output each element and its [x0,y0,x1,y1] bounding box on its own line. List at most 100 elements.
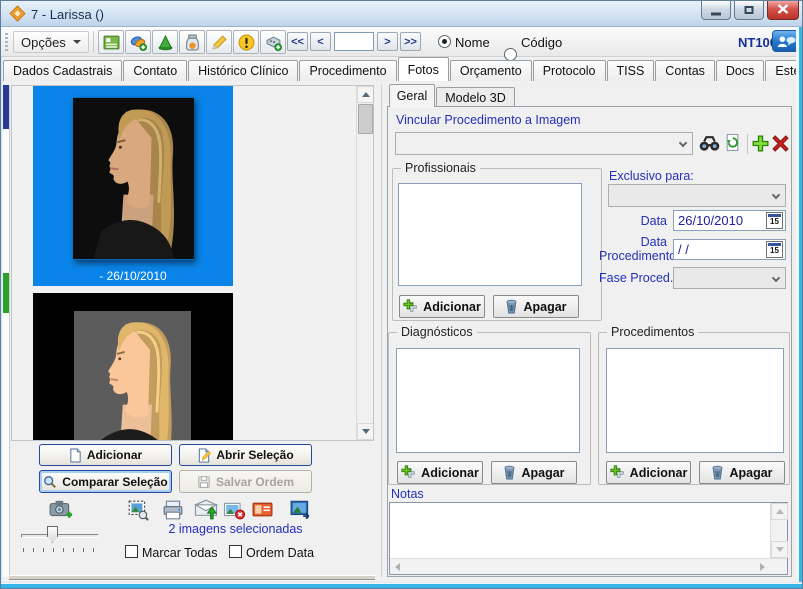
register-button[interactable] [260,30,286,54]
medication-button[interactable] [125,30,151,54]
data-procedimento-calendar-button[interactable]: 15 [766,241,783,258]
edit-button[interactable] [206,30,232,54]
tab-dados-cadastrais[interactable]: Dados Cadastrais [3,60,122,81]
jar-button[interactable] [179,30,205,54]
records-icon [103,34,120,51]
selected-count-label: 2 imagens selecionadas [133,522,338,536]
profissionais-add-button[interactable]: Adicionar [399,295,485,318]
check-all-label: Marcar Todas [142,546,218,560]
procedimentos-delete-button[interactable]: Apagar [699,461,785,484]
data-calendar-button[interactable]: 15 [766,212,783,229]
link-procedure-combo[interactable] [395,132,693,155]
options-button[interactable]: Opções [13,31,89,53]
tab-fotos[interactable]: Fotos [398,57,449,81]
toolbar-grip[interactable] [5,33,8,51]
diagnosticos-delete-button[interactable]: Apagar [491,461,577,484]
tab-docs[interactable]: Docs [716,60,764,81]
tab-contato[interactable]: Contato [123,60,187,81]
select-image-icon [127,499,149,521]
scroll-down-button[interactable] [357,423,374,440]
magnifier-icon [43,475,57,489]
diagnosticos-list[interactable] [396,348,580,453]
scroll-up-button[interactable] [357,86,374,103]
profissionais-delete-label: Apagar [523,300,566,314]
photo-thumbnail-2[interactable] [33,293,233,441]
fase-combo[interactable] [673,267,786,289]
photo-list-scrollbar[interactable] [356,86,373,440]
slider-ticks [23,548,97,552]
procedimentos-add-button[interactable]: Adicionar [606,461,691,484]
procedimentos-add-label: Adicionar [630,466,688,480]
profissionais-delete-button[interactable]: Apagar [493,295,579,318]
nav-last-button[interactable]: >> [400,32,421,51]
card-icon [252,501,273,518]
record-number-input[interactable] [334,32,374,51]
chevron-down-icon [679,139,687,147]
radio-nome[interactable] [438,35,451,48]
open-selection-button[interactable]: Abrir Seleção [179,444,312,466]
save-icon [197,475,211,489]
cone-button[interactable] [152,30,178,54]
plus-icon [401,465,416,480]
tab-historico-clinico[interactable]: Histórico Clínico [188,60,298,81]
nav-prev-button[interactable]: < [310,32,331,51]
photo-list: - 26/10/2010 [11,85,374,441]
minimize-button[interactable] [701,1,731,20]
diagnosticos-add-button[interactable]: Adicionar [397,461,483,484]
tab-orcamento[interactable]: Orçamento [450,60,532,81]
chevron-down-icon [772,274,780,282]
export-image-button[interactable] [290,499,312,524]
nav-first-button[interactable]: << [287,32,308,51]
patient-photo-1 [73,97,194,260]
tab-tiss[interactable]: TISS [607,60,655,81]
keyboard-add-icon [265,34,282,51]
notas-scroll-up[interactable] [771,503,788,520]
chevron-down-icon [772,191,780,199]
arrow-left-icon [395,563,400,571]
link-procedure-label: Vincular Procedimento a Imagem [396,113,581,127]
subtab-notch [390,106,434,108]
delete-link-button[interactable] [772,135,789,157]
data-procedimento-label: Data Procedimento [599,235,667,263]
patient-photo-2 [74,310,191,441]
add-camera-button[interactable] [49,499,73,524]
tab-contas[interactable]: Contas [655,60,715,81]
order-date-checkbox[interactable] [229,545,242,558]
collapsed-side-strip[interactable] [3,85,10,577]
notas-scroll-down[interactable] [771,541,788,558]
thumbnail-size-slider[interactable] [47,526,58,543]
exclusivo-value [609,183,617,205]
subtab-modelo-3d[interactable]: Modelo 3D [436,87,515,107]
notas-hscrollbar[interactable] [390,558,787,574]
tab-procedimento[interactable]: Procedimento [299,60,396,81]
email-send-icon [194,499,218,520]
records-button[interactable] [98,30,124,54]
exclamation-icon [238,34,255,51]
nav-next-button[interactable]: > [377,32,398,51]
profissionais-list[interactable] [398,183,582,286]
subtab-geral[interactable]: Geral [389,84,435,107]
exclusivo-combo[interactable] [608,184,786,207]
notas-vscrollbar[interactable] [770,503,787,558]
close-button[interactable] [767,1,799,20]
minimize-icon [711,13,721,16]
tab-protocolo[interactable]: Protocolo [533,60,606,81]
add-link-button[interactable] [752,135,769,157]
scrollbar-thumb[interactable] [358,104,373,134]
notas-textarea[interactable] [389,502,788,575]
thumbnail-size-slider-track[interactable] [21,534,99,538]
arrow-up-icon [362,92,370,97]
add-photo-button[interactable]: Adicionar [39,444,172,466]
check-all-checkbox[interactable] [125,545,138,558]
compare-selection-button[interactable]: Comparar Seleção [39,470,172,493]
card-button[interactable] [252,501,273,523]
alert-button[interactable] [233,30,259,54]
users-button[interactable] [772,30,799,52]
procedimentos-list[interactable] [606,348,784,453]
save-order-button[interactable]: Salvar Ordem [179,470,312,493]
find-button[interactable] [699,135,720,157]
refresh-button[interactable] [724,133,741,158]
profissionais-title: Profissionais [401,161,480,175]
photo-thumbnail-selected[interactable]: - 26/10/2010 [33,86,233,286]
maximize-button[interactable] [734,1,764,20]
